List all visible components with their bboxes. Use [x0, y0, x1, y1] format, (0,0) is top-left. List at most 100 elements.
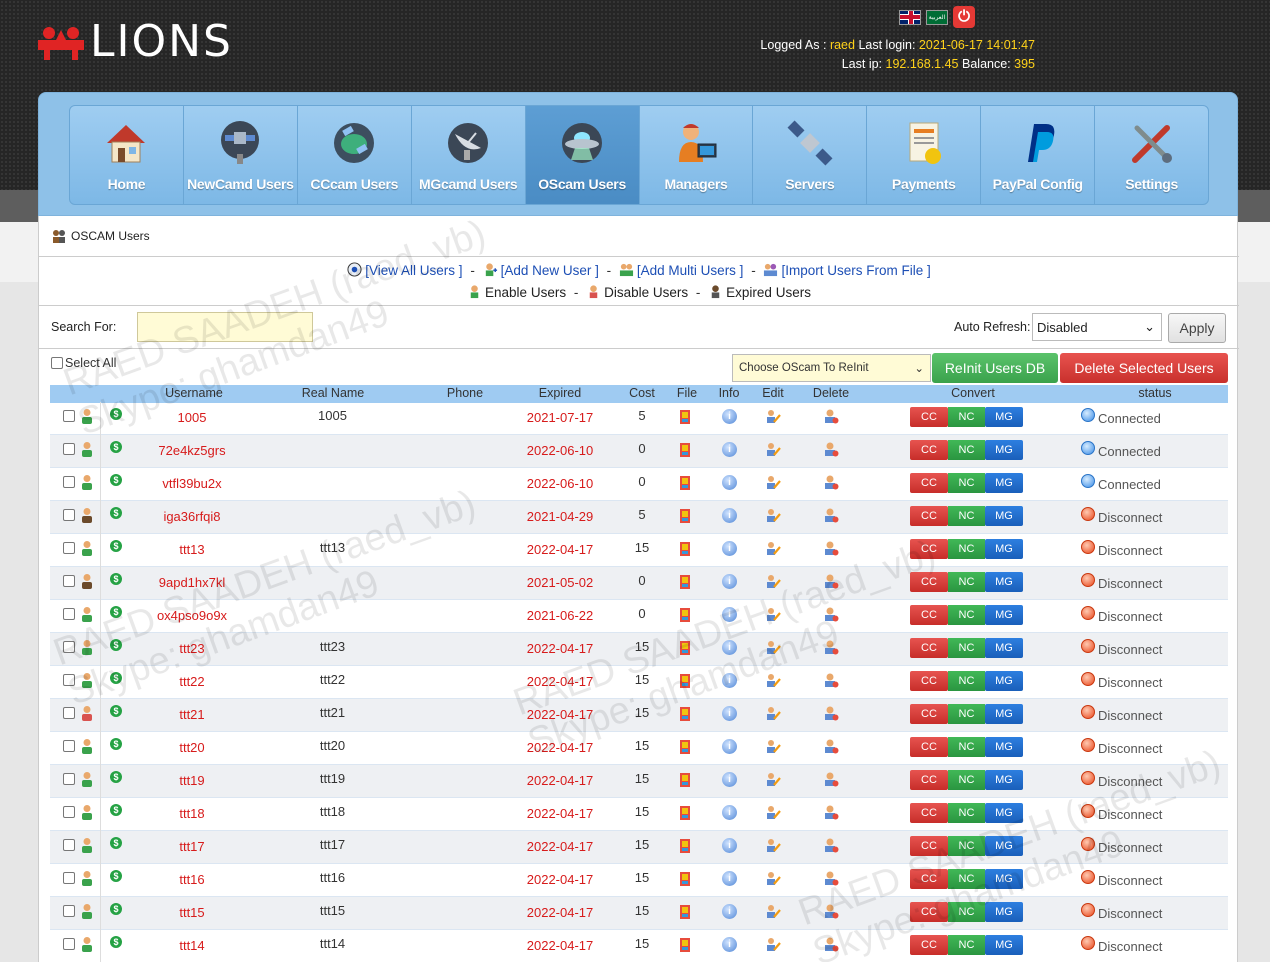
dollar-icon[interactable]: $ — [110, 870, 122, 882]
cell-username[interactable]: 9apd1hx7kl — [134, 575, 250, 590]
convert-cc-button[interactable]: CC — [910, 572, 948, 592]
convert-cc-button[interactable]: CC — [910, 638, 948, 658]
file-icon[interactable] — [678, 673, 692, 689]
convert-cc-button[interactable]: CC — [910, 473, 948, 493]
file-icon[interactable] — [678, 442, 692, 458]
row-checkbox[interactable] — [63, 806, 75, 818]
file-icon[interactable] — [678, 904, 692, 920]
row-checkbox[interactable] — [63, 740, 75, 752]
enable-users-link[interactable]: Enable Users — [485, 285, 566, 300]
nav-servers[interactable]: Servers — [753, 106, 868, 204]
row-checkbox[interactable] — [63, 542, 75, 554]
cell-username[interactable]: ttt13 — [134, 542, 250, 557]
info-icon[interactable]: i — [722, 805, 737, 820]
nav-home[interactable]: Home — [70, 106, 184, 204]
dollar-icon[interactable]: $ — [110, 507, 122, 519]
col-phone[interactable]: Phone — [415, 386, 515, 400]
reinit-users-db-button[interactable]: ReInit Users DB — [932, 353, 1058, 383]
edit-icon[interactable] — [765, 441, 781, 457]
select-all[interactable]: Select All — [51, 356, 116, 370]
row-checkbox[interactable] — [63, 707, 75, 719]
edit-icon[interactable] — [765, 705, 781, 721]
delete-user-icon[interactable] — [823, 936, 839, 952]
info-icon[interactable]: i — [722, 673, 737, 688]
edit-icon[interactable] — [765, 672, 781, 688]
add-new-user-link[interactable]: [Add New User ] — [501, 263, 599, 278]
convert-nc-button[interactable]: NC — [948, 935, 985, 955]
cell-username[interactable]: ttt20 — [134, 740, 250, 755]
cell-username[interactable]: ttt15 — [134, 905, 250, 920]
cell-username[interactable]: 1005 — [134, 410, 250, 425]
convert-cc-button[interactable]: CC — [910, 836, 948, 856]
info-icon[interactable]: i — [722, 607, 737, 622]
delete-user-icon[interactable] — [823, 837, 839, 853]
convert-mg-button[interactable]: MG — [985, 407, 1023, 427]
user-status-icon[interactable] — [80, 573, 94, 589]
row-checkbox[interactable] — [63, 773, 75, 785]
user-status-icon[interactable] — [80, 441, 94, 457]
info-icon[interactable]: i — [722, 706, 737, 721]
info-icon[interactable]: i — [722, 508, 737, 523]
convert-nc-button[interactable]: NC — [948, 506, 985, 526]
dollar-icon[interactable]: $ — [110, 936, 122, 948]
convert-cc-button[interactable]: CC — [910, 737, 948, 757]
cell-username[interactable]: 72e4kz5grs — [134, 443, 250, 458]
dollar-icon[interactable]: $ — [110, 837, 122, 849]
convert-mg-button[interactable]: MG — [985, 572, 1023, 592]
info-icon[interactable]: i — [722, 739, 737, 754]
convert-mg-button[interactable]: MG — [985, 605, 1023, 625]
convert-mg-button[interactable]: MG — [985, 539, 1023, 559]
convert-mg-button[interactable]: MG — [985, 902, 1023, 922]
oscam-reinit-select[interactable]: Choose OScam To ReInit ⌄ — [732, 354, 931, 382]
file-icon[interactable] — [678, 475, 692, 491]
info-icon[interactable]: i — [722, 574, 737, 589]
delete-user-icon[interactable] — [823, 903, 839, 919]
logo[interactable]: LIONS — [38, 16, 233, 67]
file-icon[interactable] — [678, 937, 692, 953]
edit-icon[interactable] — [765, 639, 781, 655]
user-status-icon[interactable] — [80, 870, 94, 886]
cell-username[interactable]: ttt17 — [134, 839, 250, 854]
convert-mg-button[interactable]: MG — [985, 506, 1023, 526]
user-status-icon[interactable] — [80, 408, 94, 424]
nav-mgcamd-users[interactable]: MGcamd Users — [412, 106, 526, 204]
info-icon[interactable]: i — [722, 904, 737, 919]
apply-button[interactable]: Apply — [1168, 313, 1226, 343]
nav-paypal-config[interactable]: PayPal Config — [981, 106, 1096, 204]
convert-cc-button[interactable]: CC — [910, 605, 948, 625]
convert-nc-button[interactable]: NC — [948, 704, 985, 724]
user-status-icon[interactable] — [80, 540, 94, 556]
view-all-users-link[interactable]: [View All Users ] — [365, 263, 462, 278]
dollar-icon[interactable]: $ — [110, 474, 122, 486]
convert-nc-button[interactable]: NC — [948, 605, 985, 625]
edit-icon[interactable] — [765, 573, 781, 589]
expired-users-link[interactable]: Expired Users — [726, 285, 811, 300]
col-expired[interactable]: Expired — [510, 386, 610, 400]
info-icon[interactable]: i — [722, 541, 737, 556]
edit-icon[interactable] — [765, 837, 781, 853]
convert-nc-button[interactable]: NC — [948, 836, 985, 856]
user-status-icon[interactable] — [80, 804, 94, 820]
convert-nc-button[interactable]: NC — [948, 869, 985, 889]
delete-user-icon[interactable] — [823, 804, 839, 820]
file-icon[interactable] — [678, 574, 692, 590]
cell-username[interactable]: ttt19 — [134, 773, 250, 788]
import-users-link[interactable]: [Import Users From File ] — [781, 263, 930, 278]
convert-mg-button[interactable]: MG — [985, 638, 1023, 658]
user-status-icon[interactable] — [80, 936, 94, 952]
info-icon[interactable]: i — [722, 442, 737, 457]
row-checkbox[interactable] — [63, 476, 75, 488]
info-icon[interactable]: i — [722, 772, 737, 787]
delete-user-icon[interactable] — [823, 771, 839, 787]
col-real-name[interactable]: Real Name — [278, 386, 388, 400]
convert-cc-button[interactable]: CC — [910, 869, 948, 889]
row-checkbox[interactable] — [63, 938, 75, 950]
convert-nc-button[interactable]: NC — [948, 440, 985, 460]
convert-cc-button[interactable]: CC — [910, 803, 948, 823]
convert-cc-button[interactable]: CC — [910, 539, 948, 559]
convert-mg-button[interactable]: MG — [985, 704, 1023, 724]
nav-oscam-users[interactable]: OScam Users — [525, 106, 640, 204]
dollar-icon[interactable]: $ — [110, 804, 122, 816]
select-all-checkbox[interactable] — [51, 357, 63, 369]
delete-user-icon[interactable] — [823, 870, 839, 886]
